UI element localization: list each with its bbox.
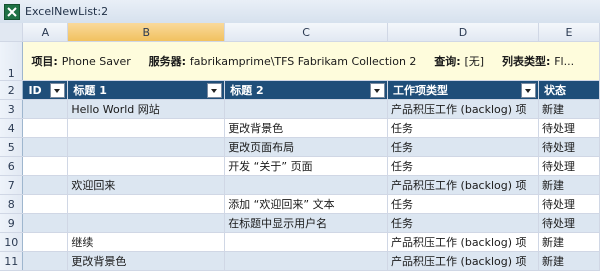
header-title-1[interactable]: 标题 1 [67,80,226,100]
column-header-d[interactable]: D [387,23,540,42]
column-header-b[interactable]: B [67,23,226,42]
cell-state[interactable]: 待处理 [538,118,600,138]
cell-state[interactable]: 新建 [538,251,600,271]
cell-title-1[interactable] [67,137,226,157]
column-header-c[interactable]: C [224,23,389,42]
header-state[interactable]: 状态 [538,80,600,100]
spreadsheet-grid[interactable]: A B C D E 1 项目: Phone Saver 服务器: fabrika… [0,23,600,271]
cell-title-2[interactable] [224,251,389,271]
cell-title-1[interactable]: 继续 [67,232,226,252]
server-label: 服务器: [148,55,187,68]
cell-state[interactable]: 待处理 [538,156,600,176]
table-row: 6 开发 “关于” 页面 任务 待处理 [0,156,600,176]
cell-title-1[interactable] [67,156,226,176]
column-header-row: A B C D E [0,23,600,42]
cell-work-item-type[interactable]: 产品积压工作 (backlog) 项 [387,99,540,119]
cell-id[interactable] [22,99,69,119]
project-label: 项目: [31,55,58,68]
list-info-cell[interactable]: 项目: Phone Saver 服务器: fabrikamprime\TFS F… [22,41,600,81]
cell-id[interactable] [22,232,69,252]
list-info-row: 1 项目: Phone Saver 服务器: fabrikamprime\TFS… [0,41,600,81]
cell-title-2[interactable]: 在标题中显示用户名 [224,213,389,233]
table-row: 10 继续 产品积压工作 (backlog) 项新建 [0,232,600,252]
cell-state[interactable]: 新建 [538,99,600,119]
cell-state[interactable]: 新建 [538,175,600,195]
row-number[interactable]: 11 [0,251,24,271]
cell-title-2[interactable] [224,175,389,195]
title-bar: ExcelNewList:2 [0,0,600,24]
cell-title-2[interactable]: 更改背景色 [224,118,389,138]
cell-id[interactable] [22,137,69,157]
cell-title-1[interactable]: Hello World 网站 [67,99,226,119]
cell-work-item-type[interactable]: 任务 [387,118,540,138]
cell-state[interactable]: 待处理 [538,194,600,214]
cell-id[interactable] [22,175,69,195]
cell-title-2[interactable] [224,232,389,252]
row-number[interactable]: 2 [0,80,24,100]
row-number[interactable]: 8 [0,194,24,214]
project-value: Phone Saver [61,55,131,68]
cell-work-item-type[interactable]: 任务 [387,194,540,214]
cell-work-item-type[interactable]: 产品积压工作 (backlog) 项 [387,232,540,252]
row-number[interactable]: 4 [0,118,24,138]
cell-title-1[interactable]: 欢迎回来 [67,175,226,195]
row-number[interactable]: 3 [0,99,24,119]
cell-state[interactable]: 新建 [538,232,600,252]
cell-title-1[interactable] [67,194,226,214]
query-label: 查询: [434,55,461,68]
cell-state[interactable]: 待处理 [538,137,600,157]
table-row: 7 欢迎回来 产品积压工作 (backlog) 项新建 [0,175,600,195]
cell-id[interactable] [22,156,69,176]
header-title-2[interactable]: 标题 2 [224,80,389,100]
header-work-item-type[interactable]: 工作项类型 [387,80,540,100]
table-row: 5 更改页面布局 任务 待处理 [0,137,600,157]
table-row: 11 更改背景色 产品积压工作 (backlog) 项新建 [0,251,600,271]
cell-work-item-type[interactable]: 任务 [387,156,540,176]
row-number[interactable]: 9 [0,213,24,233]
header-id[interactable]: ID [22,80,69,100]
cell-title-2[interactable]: 开发 “关于” 页面 [224,156,389,176]
cell-work-item-type[interactable]: 任务 [387,137,540,157]
cell-work-item-type[interactable]: 产品积压工作 (backlog) 项 [387,175,540,195]
query-value: [无] [464,55,485,68]
cell-title-1[interactable]: 更改背景色 [67,251,226,271]
column-header-e[interactable]: E [538,23,600,42]
select-all-corner[interactable] [0,23,24,42]
cell-id[interactable] [22,194,69,214]
cell-title-2[interactable]: 添加 “欢迎回来” 文本 [224,194,389,214]
cell-title-1[interactable] [67,118,226,138]
filter-dropdown-icon[interactable] [521,83,537,98]
cell-id[interactable] [22,251,69,271]
row-number[interactable]: 7 [0,175,24,195]
filter-dropdown-icon[interactable] [370,83,386,98]
table-row: 9 在标题中显示用户名 任务 待处理 [0,213,600,233]
cell-title-2[interactable]: 更改页面布局 [224,137,389,157]
window-title: ExcelNewList:2 [25,5,109,18]
table-header-row: 2 ID 标题 1 标题 2 工作项类型 状态 [0,80,600,100]
column-header-a[interactable]: A [22,23,69,42]
filter-dropdown-icon[interactable] [207,83,223,98]
excel-window: ExcelNewList:2 A B C D E 1 项目: Phone Sav… [0,0,600,274]
cell-id[interactable] [22,213,69,233]
list-type-label: 列表类型: [501,55,551,68]
server-value: fabrikamprime\TFS Fabrikam Collection 2 [189,55,417,68]
cell-state[interactable]: 待处理 [538,213,600,233]
cell-id[interactable] [22,118,69,138]
cell-title-1[interactable] [67,213,226,233]
table-row: 3 Hello World 网站 产品积压工作 (backlog) 项新建 [0,99,600,119]
cell-title-2[interactable] [224,99,389,119]
table-row: 4 更改背景色 任务 待处理 [0,118,600,138]
cell-work-item-type[interactable]: 任务 [387,213,540,233]
table-row: 8 添加 “欢迎回来” 文本 任务 待处理 [0,194,600,214]
excel-icon [4,3,20,20]
filter-dropdown-icon[interactable] [50,83,66,98]
row-number[interactable]: 10 [0,232,24,252]
list-type-value: Fl... [554,55,575,68]
row-number[interactable]: 1 [0,41,24,81]
row-number[interactable]: 5 [0,137,24,157]
row-number[interactable]: 6 [0,156,24,176]
cell-work-item-type[interactable]: 产品积压工作 (backlog) 项 [387,251,540,271]
